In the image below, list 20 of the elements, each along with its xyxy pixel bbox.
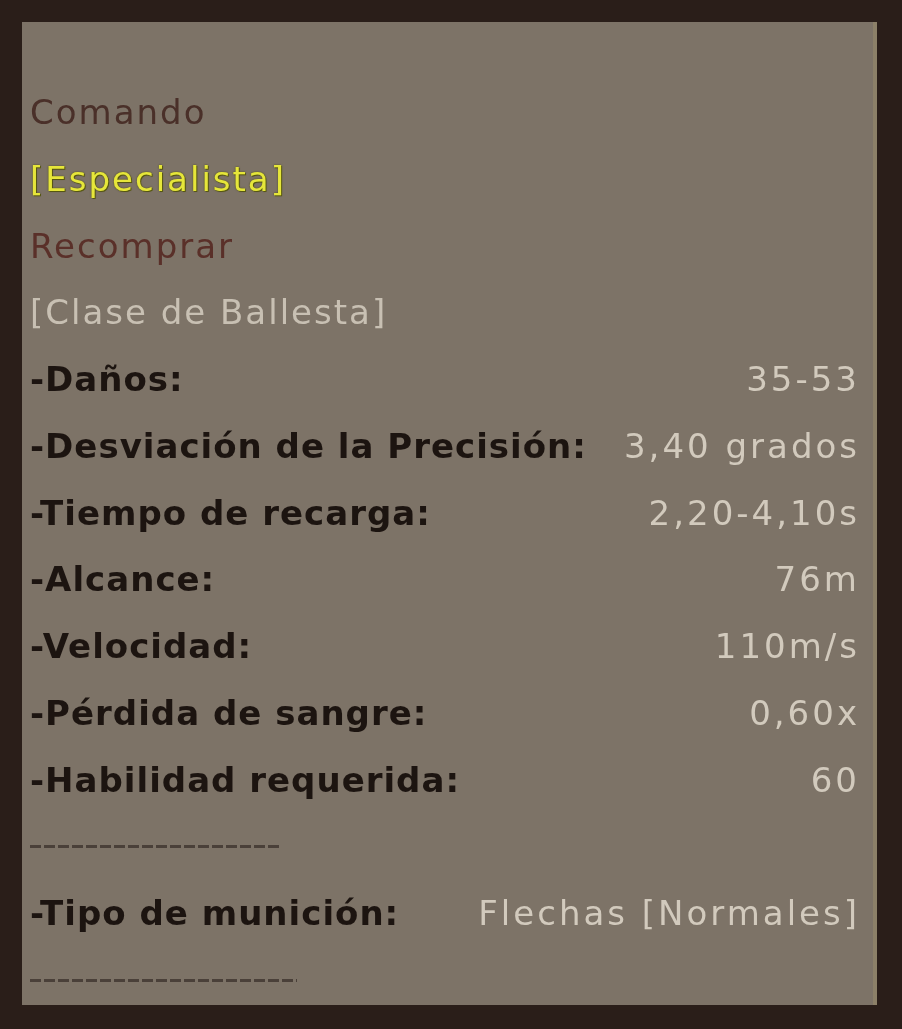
stat-label: -Pérdida de sangre: (30, 691, 428, 735)
stat-value: 0,60x (749, 691, 860, 735)
stat-value: 3,40 grados (624, 424, 860, 468)
ammo-label: -Tipo de munición: (30, 892, 400, 935)
stat-label: -Desviación de la Precisión: (30, 424, 587, 468)
rebuy-label: Recomprar (30, 224, 234, 268)
stat-value: 60 (810, 758, 860, 802)
weapon-class-label: [Clase de Ballesta] (30, 291, 388, 335)
stat-label: -Velocidad: (30, 625, 253, 668)
stat-value: 35-53 (746, 358, 860, 401)
stat-label: -Daños: (30, 358, 184, 401)
item-title: Comando (30, 91, 207, 134)
ammo-value: Flechas [Normales] (478, 892, 860, 935)
stat-value: 110m/s (714, 625, 860, 668)
rank-label: [Especialista] (30, 157, 286, 201)
stat-value: 2,20-4,10s (648, 491, 860, 535)
stat-label: -Habilidad requerida: (30, 758, 460, 802)
stat-label: -Alcance: (30, 558, 216, 602)
stat-label: -Tiempo de recarga: (30, 491, 431, 535)
stat-value: 76m (774, 558, 860, 602)
